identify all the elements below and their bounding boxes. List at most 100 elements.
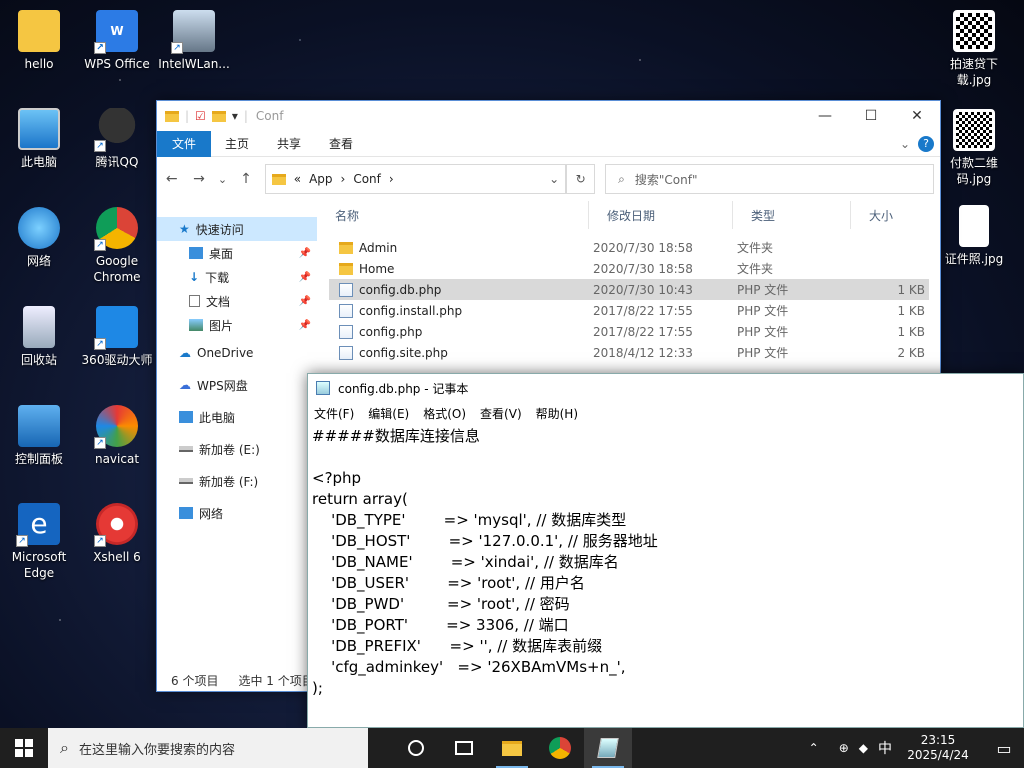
nav-network[interactable]: 网络 <box>157 497 317 529</box>
taskbar-search-box[interactable]: ⌕ 在这里输入你要搜索的内容 <box>48 728 368 768</box>
nav-downloads[interactable]: ↓ 下载 📌 <box>157 265 317 289</box>
breadcrumb-app[interactable]: App <box>309 172 332 186</box>
back-button[interactable]: ← <box>163 171 180 187</box>
documents-icon <box>189 295 200 307</box>
expand-ribbon-icon[interactable]: ⌄ <box>900 137 910 151</box>
desktop-icon-intel-wlan[interactable]: ↗ IntelWLan... <box>156 10 232 72</box>
nav-documents[interactable]: 文档 📌 <box>157 289 317 313</box>
file-row-config-db[interactable]: config.db.php 2020/7/30 10:43 PHP 文件 1 K… <box>329 279 929 300</box>
file-list-header: 名称 修改日期 类型 大小 <box>317 201 940 229</box>
desktop-icon-navicat[interactable]: ↗ navicat <box>79 405 155 467</box>
taskbar-file-explorer[interactable] <box>488 728 536 768</box>
desktop-icon-recycle-bin[interactable]: 回收站 <box>1 306 77 368</box>
column-type[interactable]: 类型 <box>733 201 851 229</box>
menu-format[interactable]: 格式(O) <box>423 405 466 422</box>
file-row-admin[interactable]: Admin 2020/7/30 18:58 文件夹 <box>329 237 929 258</box>
close-button[interactable]: ✕ <box>894 101 940 131</box>
breadcrumb-conf[interactable]: Conf <box>353 172 381 186</box>
notepad-window[interactable]: config.db.php - 记事本 文件(F) 编辑(E) 格式(O) 查看… <box>307 373 1024 728</box>
menu-file[interactable]: 文件(F) <box>314 405 354 422</box>
file-row-config-site[interactable]: config.site.php 2018/4/12 12:33 PHP 文件 2… <box>329 342 929 363</box>
recent-locations-button[interactable]: ⌄ <box>218 173 228 186</box>
qq-penguin-icon: ↗ <box>94 108 138 152</box>
tab-home[interactable]: 主页 <box>211 135 263 152</box>
nav-onedrive[interactable]: ☁ OneDrive <box>157 337 317 369</box>
notepad-title-bar[interactable]: config.db.php - 记事本 <box>308 374 1023 402</box>
nav-pictures[interactable]: 图片 📌 <box>157 313 317 337</box>
menu-view[interactable]: 查看(V) <box>480 405 522 422</box>
column-name[interactable]: 名称 <box>317 201 589 229</box>
taskbar-notepad[interactable] <box>584 728 632 768</box>
security-cube-icon[interactable]: ◆ <box>859 741 868 755</box>
show-hidden-icons-icon[interactable]: ⌃ <box>799 741 829 755</box>
pin-icon: 📌 <box>298 319 311 331</box>
address-bar[interactable]: « App › Conf › ⌄ <box>264 164 567 194</box>
up-button[interactable]: ↑ <box>237 171 254 187</box>
menu-edit[interactable]: 编辑(E) <box>368 405 409 422</box>
new-folder-icon[interactable] <box>211 110 226 122</box>
desktop-icon-id-photo[interactable]: 证件照.jpg <box>936 205 1012 267</box>
desktop-icon-chrome[interactable]: ↗ Google Chrome <box>79 207 155 285</box>
xshell-icon: ↗ <box>94 503 138 547</box>
column-date[interactable]: 修改日期 <box>589 201 733 229</box>
network-globe-icon[interactable]: ⊕ <box>839 741 849 755</box>
address-overflow[interactable]: « <box>294 172 301 186</box>
folder-icon <box>502 740 522 756</box>
qr-image-icon <box>953 109 995 151</box>
taskbar: ⌕ 在这里输入你要搜索的内容 ⌃ ⊕ ◆ 中 23:15 2025/4/24 ▭ <box>0 728 1024 768</box>
installer-icon: ↗ <box>171 10 215 54</box>
file-row-config-install[interactable]: config.install.php 2017/8/22 17:55 PHP 文… <box>329 300 929 321</box>
customize-qat-icon[interactable]: ▾ <box>232 109 238 123</box>
breadcrumb-separator[interactable]: › <box>341 172 346 186</box>
search-box[interactable]: ⌕ 搜索"Conf" <box>605 164 934 194</box>
notepad-text-area[interactable]: #####数据库连接信息 <?php return array( 'DB_TYP… <box>308 424 1023 701</box>
nav-desktop[interactable]: 桌面 📌 <box>157 241 317 265</box>
desktop-icon-this-pc[interactable]: 此电脑 <box>1 108 77 170</box>
desktop-icon-wps-office[interactable]: W ↗ WPS Office <box>79 10 155 72</box>
start-button[interactable] <box>0 728 48 768</box>
nav-this-pc[interactable]: 此电脑 <box>157 401 317 433</box>
file-row-home[interactable]: Home 2020/7/30 18:58 文件夹 <box>329 258 929 279</box>
nav-quick-access[interactable]: ★ 快速访问 <box>157 217 317 241</box>
desktop-icon-network[interactable]: 网络 <box>1 207 77 269</box>
menu-help[interactable]: 帮助(H) <box>536 405 578 422</box>
explorer-title-bar[interactable]: | ☑ ▾ | Conf — ☐ ✕ <box>157 101 940 131</box>
help-icon[interactable]: ? <box>918 135 934 152</box>
desktop-icon-control-panel[interactable]: 控制面板 <box>1 405 77 467</box>
file-row-config[interactable]: config.php 2017/8/22 17:55 PHP 文件 1 KB <box>329 321 929 342</box>
desktop-icon-edge[interactable]: e ↗ Microsoft Edge <box>1 503 77 581</box>
nav-drive-f[interactable]: 新加卷 (F:) <box>157 465 317 497</box>
properties-icon[interactable]: ☑ <box>195 109 206 123</box>
address-dropdown-icon[interactable]: ⌄ <box>549 172 559 186</box>
desktop-icon-payment-qr[interactable]: 付款二维码.jpg <box>936 109 1012 187</box>
refresh-button[interactable]: ↻ <box>566 164 596 194</box>
task-view-button[interactable] <box>440 728 488 768</box>
system-tray: ⌃ ⊕ ◆ 中 23:15 2025/4/24 ▭ <box>799 728 1024 768</box>
nav-drive-e[interactable]: 新加卷 (E:) <box>157 433 317 465</box>
minimize-button[interactable]: — <box>802 101 848 131</box>
tab-share[interactable]: 共享 <box>263 135 315 152</box>
forward-button[interactable]: → <box>190 171 207 187</box>
notification-icon[interactable]: ▭ <box>984 739 1024 758</box>
taskbar-clock[interactable]: 23:15 2025/4/24 <box>902 733 974 763</box>
breadcrumb-separator[interactable]: › <box>389 172 394 186</box>
task-view-icon <box>455 741 473 755</box>
desktop-icon-hello[interactable]: hello <box>1 10 77 72</box>
tab-view[interactable]: 查看 <box>315 135 367 152</box>
drive-icon <box>179 446 193 452</box>
pin-icon: 📌 <box>298 247 311 259</box>
refresh-icon: ↻ <box>575 172 586 186</box>
desktop-icon-360-driver[interactable]: ↗ 360驱动大师 <box>79 306 155 368</box>
column-size[interactable]: 大小 <box>851 201 931 229</box>
desktop-icon-paisudai[interactable]: 拍速贷下载.jpg <box>936 10 1012 88</box>
nav-wps-drive[interactable]: ☁ WPS网盘 <box>157 369 317 401</box>
tab-file[interactable]: 文件 <box>157 130 211 157</box>
taskbar-chrome[interactable] <box>536 728 584 768</box>
star-icon: ★ <box>179 222 190 236</box>
user-folder-icon <box>18 10 60 52</box>
desktop-icon-xshell[interactable]: ↗ Xshell 6 <box>79 503 155 565</box>
cortana-button[interactable] <box>392 728 440 768</box>
desktop-icon-qq[interactable]: ↗ 腾讯QQ <box>79 108 155 170</box>
ime-indicator[interactable]: 中 <box>878 738 892 758</box>
maximize-button[interactable]: ☐ <box>848 101 894 131</box>
